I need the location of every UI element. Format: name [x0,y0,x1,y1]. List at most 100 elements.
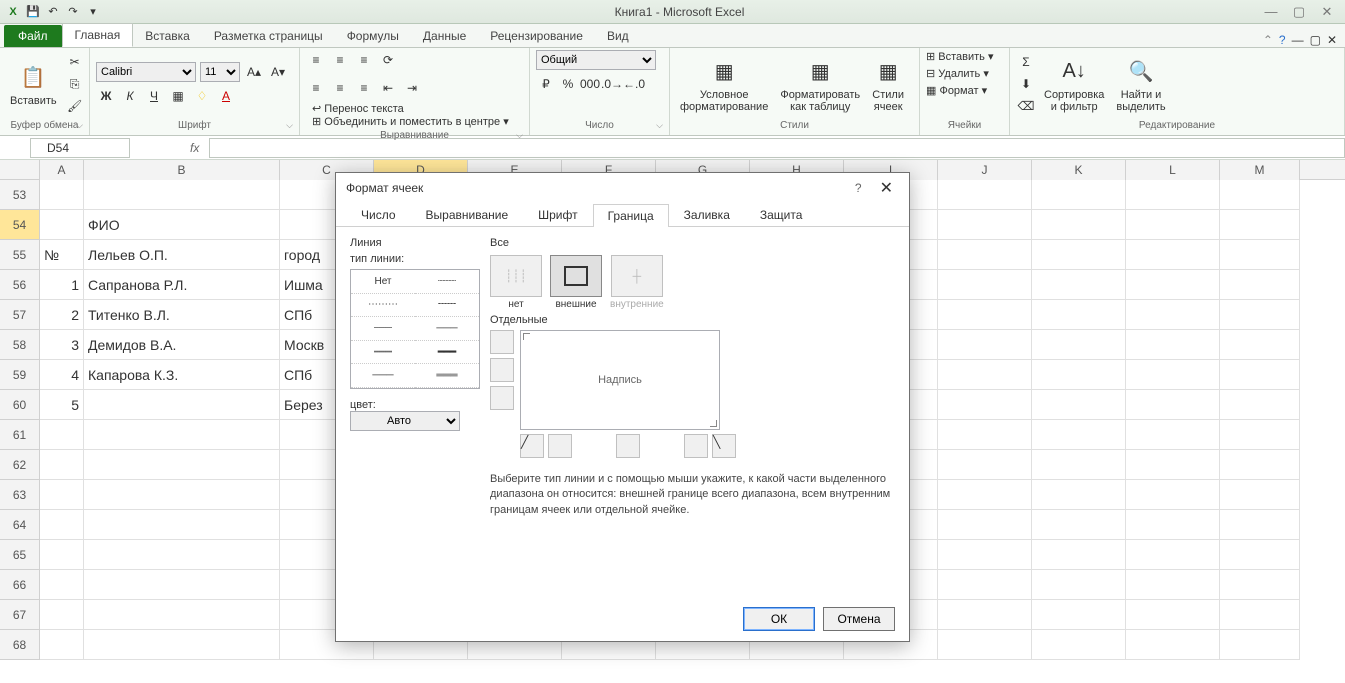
cell-K66[interactable] [1032,570,1126,600]
cell-M67[interactable] [1220,600,1300,630]
cell-A64[interactable] [40,510,84,540]
conditional-formatting-button[interactable]: ▦Условное форматирование [676,53,772,115]
cell-K61[interactable] [1032,420,1126,450]
cell-L67[interactable] [1126,600,1220,630]
cell-B65[interactable] [84,540,280,570]
line-style-opt[interactable]: ─── [415,317,479,341]
select-all-corner[interactable] [0,160,40,179]
cell-B62[interactable] [84,450,280,480]
border-left-button[interactable] [548,434,572,458]
window-restore-icon[interactable]: ▢ [1310,33,1321,47]
cell-A59[interactable]: 4 [40,360,84,390]
cut-icon[interactable]: ✂ [65,52,85,72]
redo-icon[interactable]: ↷ [64,3,82,21]
cell-J55[interactable] [938,240,1032,270]
row-header-62[interactable]: 62 [0,450,40,480]
cell-M56[interactable] [1220,270,1300,300]
cell-A58[interactable]: 3 [40,330,84,360]
cell-B56[interactable]: Сапранова Р.Л. [84,270,280,300]
cell-M58[interactable] [1220,330,1300,360]
percent-icon[interactable]: % [558,74,578,94]
indent-increase-icon[interactable]: ⇥ [402,78,422,98]
cell-J53[interactable] [938,180,1032,210]
window-minimize-icon[interactable]: ― [1292,33,1304,47]
cell-L66[interactable] [1126,570,1220,600]
cell-J67[interactable] [938,600,1032,630]
row-header-53[interactable]: 53 [0,180,40,210]
dtab-border[interactable]: Граница [593,204,669,227]
name-box[interactable]: D54 [30,138,130,158]
indent-decrease-icon[interactable]: ⇤ [378,78,398,98]
save-icon[interactable]: 💾 [24,3,42,21]
cell-A57[interactable]: 2 [40,300,84,330]
cell-K55[interactable] [1032,240,1126,270]
merge-center-button[interactable]: ⊞ Объединить и поместить в центре ▾ [312,115,509,128]
cell-B58[interactable]: Демидов В.А. [84,330,280,360]
line-style-opt[interactable]: ┈┈┈ [415,270,479,294]
cell-L58[interactable] [1126,330,1220,360]
cancel-button[interactable]: Отмена [823,607,895,631]
col-header-L[interactable]: L [1126,160,1220,180]
preset-none[interactable]: ┊┊┊ [490,255,542,297]
window-close-icon[interactable]: ✕ [1327,33,1337,47]
font-size-select[interactable]: 11 [200,62,240,82]
dialog-help-icon[interactable]: ? [855,181,862,195]
row-header-65[interactable]: 65 [0,540,40,570]
cell-K56[interactable] [1032,270,1126,300]
wrap-text-button[interactable]: ↩ Перенос текста [312,102,509,115]
cell-K63[interactable] [1032,480,1126,510]
row-header-61[interactable]: 61 [0,420,40,450]
align-left-icon[interactable]: ≡ [306,78,326,98]
cell-B57[interactable]: Титенко В.Л. [84,300,280,330]
cell-K67[interactable] [1032,600,1126,630]
cell-M57[interactable] [1220,300,1300,330]
cell-J61[interactable] [938,420,1032,450]
cell-A67[interactable] [40,600,84,630]
border-top-button[interactable] [490,330,514,354]
currency-icon[interactable]: ₽ [536,74,556,94]
borders-icon[interactable]: ▦ [168,86,188,106]
border-color-select[interactable]: Авто [350,411,460,431]
copy-icon[interactable]: ⎘ [65,74,85,94]
format-as-table-button[interactable]: ▦Форматировать как таблицу [776,53,864,115]
cell-J57[interactable] [938,300,1032,330]
align-middle-icon[interactable]: ≡ [330,50,350,70]
cell-K53[interactable] [1032,180,1126,210]
cell-L55[interactable] [1126,240,1220,270]
cell-J59[interactable] [938,360,1032,390]
tab-insert[interactable]: Вставка [133,25,202,47]
cell-K65[interactable] [1032,540,1126,570]
border-diag-up-button[interactable]: ╱ [520,434,544,458]
cell-K62[interactable] [1032,450,1126,480]
cell-M55[interactable] [1220,240,1300,270]
format-cells-button[interactable]: ▦ Формат ▾ [926,84,1003,97]
cell-K58[interactable] [1032,330,1126,360]
cell-L61[interactable] [1126,420,1220,450]
align-right-icon[interactable]: ≡ [354,78,374,98]
col-header-J[interactable]: J [938,160,1032,180]
comma-icon[interactable]: 000 [580,74,600,94]
cell-A68[interactable] [40,630,84,660]
minimize-ribbon-icon[interactable]: ⌃ [1263,33,1273,47]
line-style-opt[interactable]: ━━━ [415,341,479,365]
line-style-opt[interactable]: ═══ [415,364,479,388]
cell-B59[interactable]: Капарова К.З. [84,360,280,390]
cell-L57[interactable] [1126,300,1220,330]
font-color-icon[interactable]: A [216,86,236,106]
decrease-decimal-icon[interactable]: ←.0 [624,74,644,94]
cell-B54[interactable]: ФИО [84,210,280,240]
align-top-icon[interactable]: ≡ [306,50,326,70]
cell-M64[interactable] [1220,510,1300,540]
cell-J58[interactable] [938,330,1032,360]
excel-icon[interactable]: X [4,3,22,21]
dtab-fill[interactable]: Заливка [669,203,745,226]
cell-B66[interactable] [84,570,280,600]
line-style-picker[interactable]: Нет ┈┈┈ ⋯⋯⋯ ╌╌╌ ┄┄┄ ─── ┅┅┅ ━━━ ─── ═══ [350,269,480,389]
cell-B61[interactable] [84,420,280,450]
cell-J62[interactable] [938,450,1032,480]
col-header-K[interactable]: K [1032,160,1126,180]
preset-inside[interactable]: ┼ [611,255,663,297]
row-header-54[interactable]: 54 [0,210,40,240]
cell-A54[interactable] [40,210,84,240]
find-select-button[interactable]: 🔍Найти и выделить [1112,53,1169,115]
